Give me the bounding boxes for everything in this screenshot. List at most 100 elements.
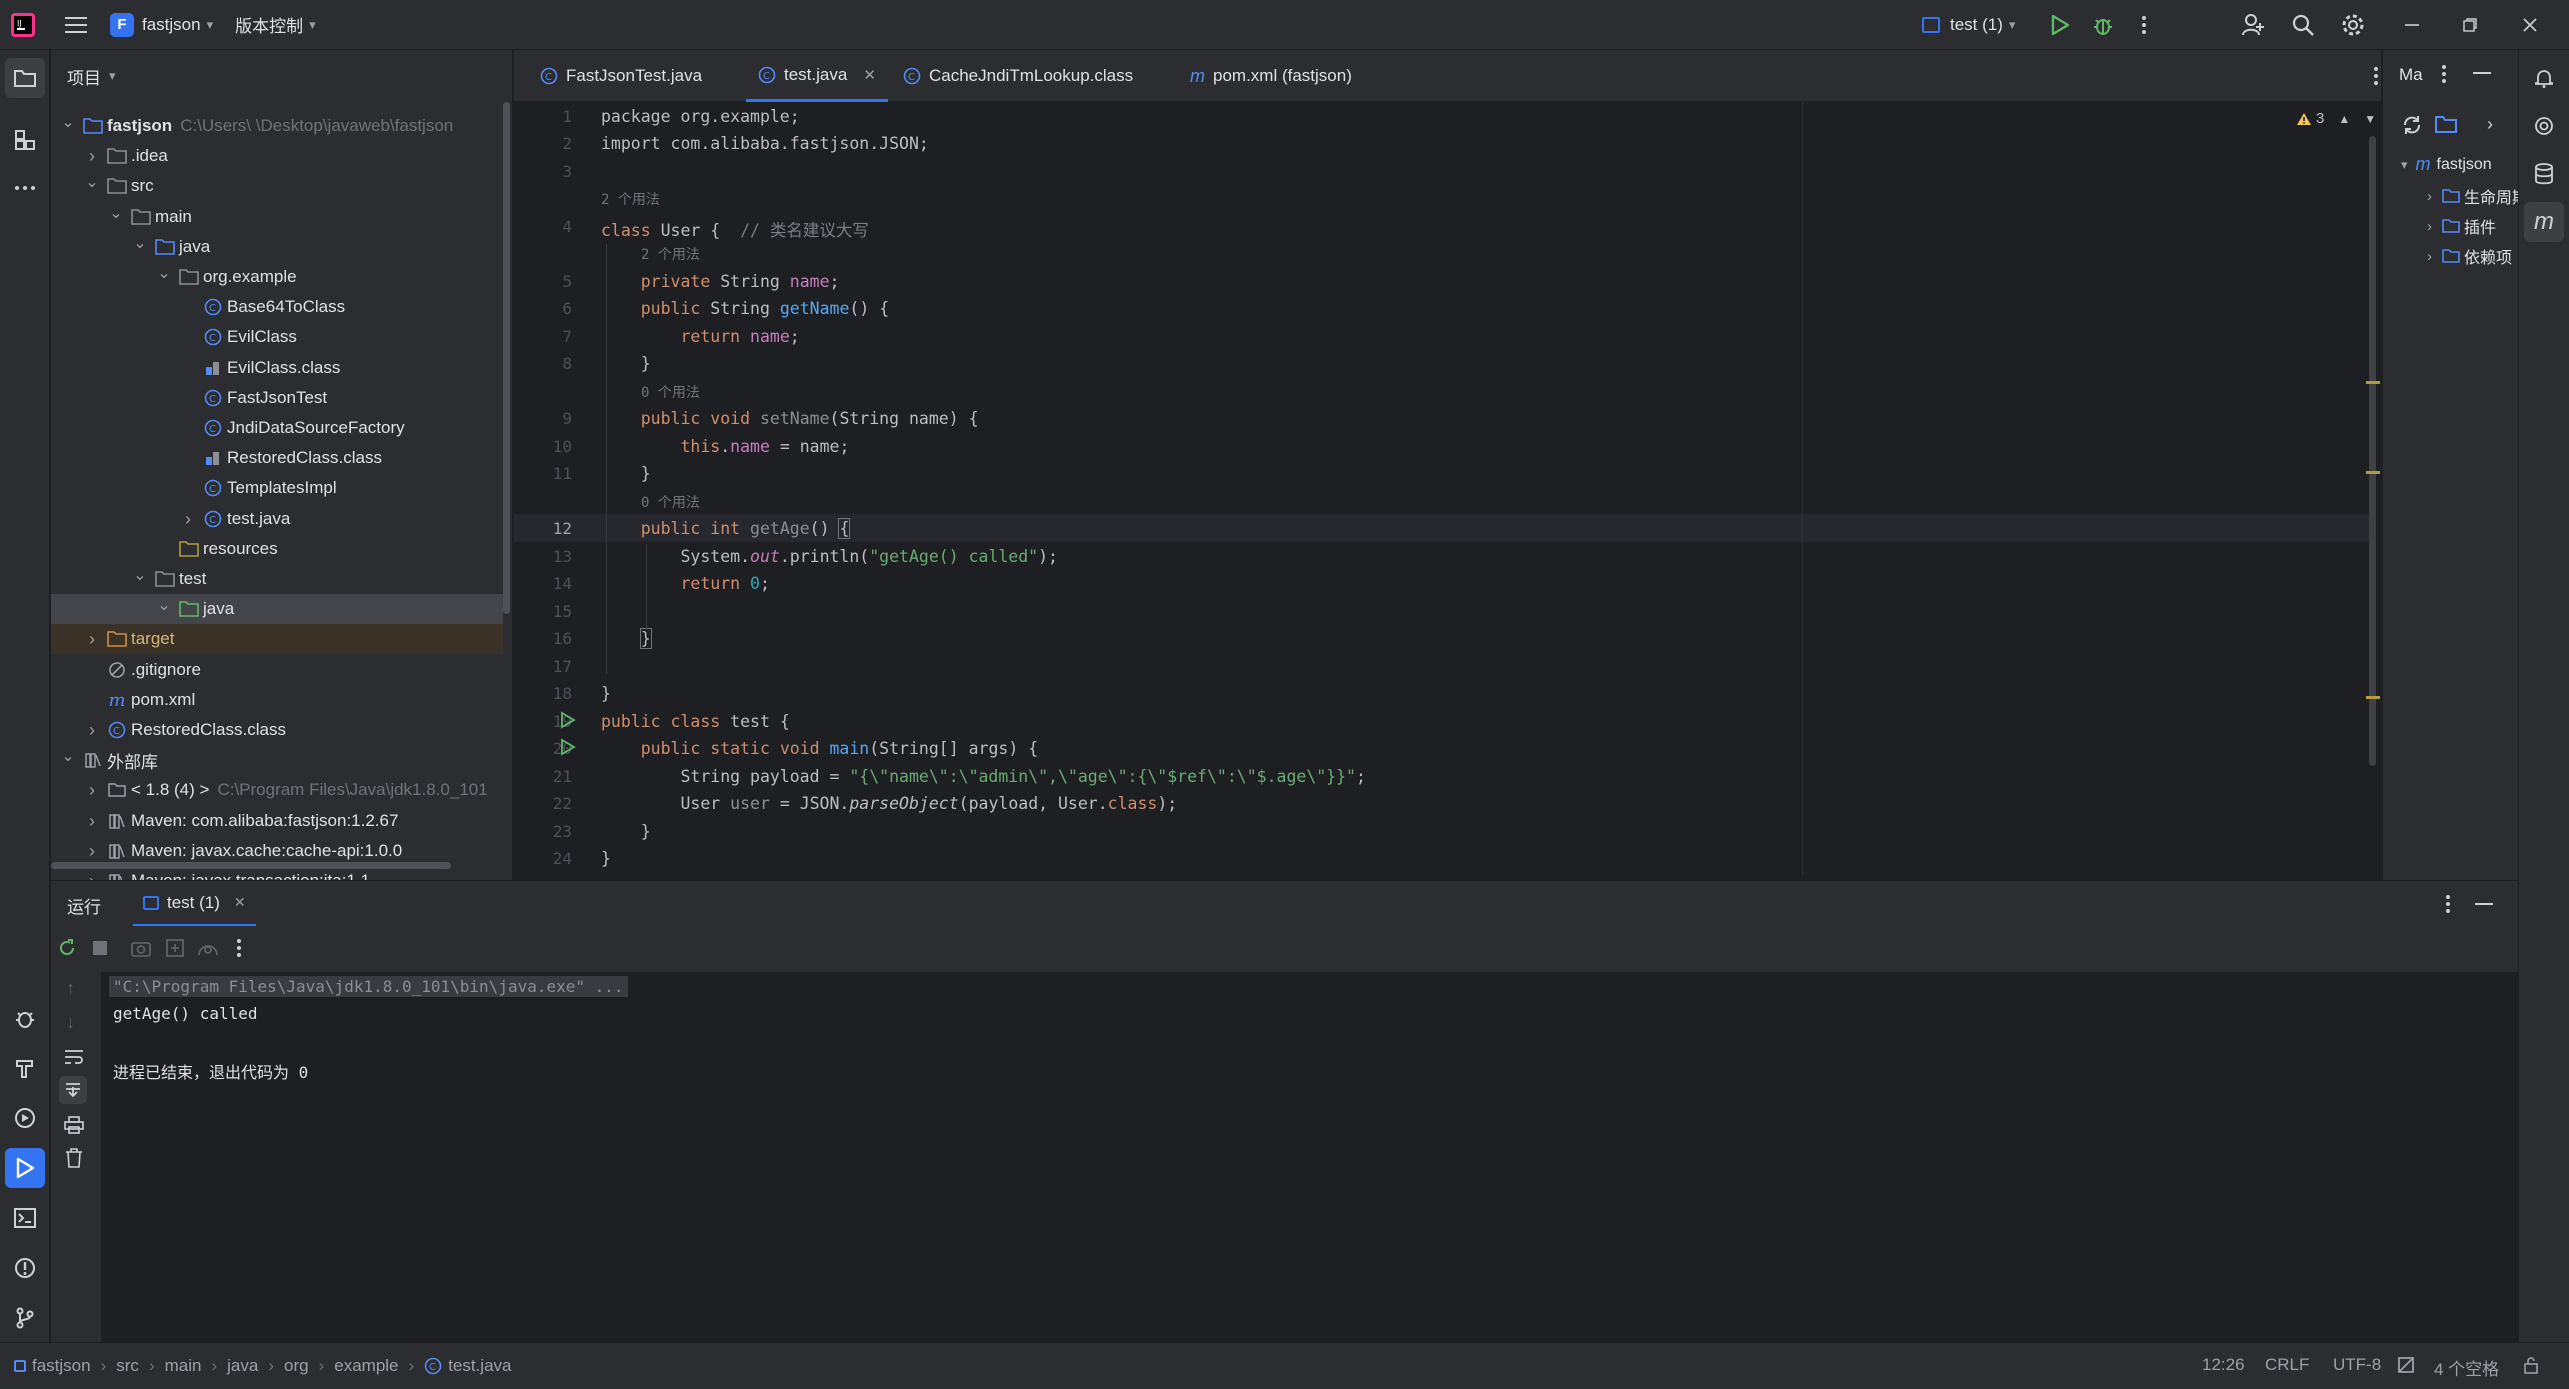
chevron-down-icon[interactable]: ⌄	[107, 204, 125, 222]
restore-window-icon[interactable]	[2450, 5, 2490, 45]
tree-item[interactable]: ⌄ java	[51, 232, 503, 262]
usage-hint[interactable]: 0 个用法	[641, 492, 700, 512]
maven-item[interactable]: › 依赖项	[2427, 244, 2512, 268]
tree-item[interactable]: resources	[51, 534, 503, 564]
warning-stripe-mark[interactable]	[2366, 381, 2380, 384]
tree-horizontal-scrollbar[interactable]	[51, 862, 451, 869]
notifications-bell-icon[interactable]	[2524, 58, 2564, 98]
run-button[interactable]	[2040, 5, 2080, 45]
usage-hint[interactable]: 2 个用法	[601, 189, 660, 209]
database-icon[interactable]	[2524, 154, 2564, 194]
chevron-down-icon[interactable]: ⌄	[131, 566, 149, 584]
lock-icon[interactable]	[2522, 1356, 2540, 1374]
tree-item[interactable]: ⌄ main	[51, 202, 503, 232]
maven-tool-button[interactable]: m	[2524, 202, 2564, 242]
tab-test-java[interactable]: C test.java ✕	[746, 50, 888, 102]
structure-tool-button[interactable]	[5, 120, 45, 160]
previous-highlight-icon[interactable]: ▲	[2338, 112, 2350, 126]
close-window-icon[interactable]	[2510, 5, 2550, 45]
minimize-window-icon[interactable]	[2392, 5, 2432, 45]
run-gutter-icon[interactable]	[559, 711, 577, 729]
run-tab-test[interactable]: test (1) ✕	[133, 881, 256, 927]
chevron-right-icon[interactable]: ›	[83, 720, 101, 740]
tree-item[interactable]: › < 1.8 (4) > C:\Program Files\Java\jdk1.8…	[51, 775, 503, 805]
tree-item[interactable]: ⌄ src	[51, 171, 503, 201]
chevron-down-icon[interactable]: ⌄	[155, 596, 173, 614]
more-actions-icon[interactable]	[2124, 5, 2164, 45]
tree-item[interactable]: RestoredClass.class	[51, 443, 503, 473]
breadcrumb-item[interactable]: main	[165, 1356, 202, 1376]
chevron-right-icon[interactable]: ›	[83, 146, 101, 166]
maven-project-root[interactable]: ▾ m fastjson	[2401, 154, 2492, 175]
app-logo-icon[interactable]: IJ	[10, 0, 36, 50]
chevron-down-icon[interactable]: ⌄	[59, 747, 77, 765]
tab-pom-xml[interactable]: m pom.xml (fastjson)	[1178, 50, 1364, 102]
tree-item[interactable]: C FastJsonTest	[51, 383, 503, 413]
chevron-down-icon[interactable]: ⌄	[83, 173, 101, 191]
problems-icon[interactable]	[5, 1248, 45, 1288]
tree-item[interactable]: C EvilClass	[51, 322, 503, 352]
usage-hint[interactable]: 0 个用法	[641, 382, 700, 402]
close-tab-icon[interactable]: ✕	[234, 894, 246, 911]
close-tab-icon[interactable]: ✕	[863, 66, 876, 84]
usage-hint[interactable]: 2 个用法	[641, 244, 700, 264]
breadcrumb-item[interactable]: src	[116, 1356, 139, 1376]
add-user-icon[interactable]	[2233, 5, 2273, 45]
chevron-right-icon[interactable]: ›	[83, 780, 101, 800]
breadcrumb-item[interactable]: example	[334, 1356, 398, 1376]
chevron-down-icon[interactable]: ⌄	[131, 234, 149, 252]
editor-vertical-scrollbar[interactable]	[2369, 136, 2376, 766]
main-menu-icon[interactable]	[56, 5, 96, 45]
services-icon[interactable]	[5, 1098, 45, 1138]
debug-button[interactable]	[2083, 5, 2123, 45]
attach-profiler-icon[interactable]	[197, 939, 219, 957]
code-editor[interactable]: 1 2 3 4 5 6 7 8 9 10 11 12 13 14 15 16 1…	[514, 102, 2381, 875]
chevron-right-icon[interactable]: ›	[83, 841, 101, 861]
next-highlight-icon[interactable]: ▼	[2364, 112, 2376, 126]
maven-options-icon[interactable]	[2441, 64, 2447, 84]
dump-threads-icon[interactable]	[165, 939, 185, 957]
run-tool-icon[interactable]	[5, 1148, 45, 1188]
tree-item[interactable]: › Ctest.java	[51, 504, 503, 534]
clear-all-trash-icon[interactable]	[65, 1148, 83, 1168]
indent-setting[interactable]: 4 个空格	[2434, 1355, 2499, 1380]
tree-vertical-scrollbar[interactable]	[503, 102, 510, 614]
tree-item[interactable]: ⌄ org.example	[51, 262, 503, 292]
chevron-down-icon[interactable]: ⌄	[155, 264, 173, 282]
warning-stripe-mark[interactable]	[2366, 696, 2380, 699]
more-tools-icon[interactable]	[5, 168, 45, 208]
minimize-panel-icon[interactable]	[2475, 903, 2493, 905]
tree-item[interactable]: ⌄ fastjson C:\Users\ \Desktop\javaweb\fast…	[51, 111, 503, 141]
scroll-down-icon[interactable]: ↓	[66, 1012, 75, 1033]
tab-cachejnditmlookup[interactable]: C CacheJndiTmLookup.class	[891, 50, 1145, 102]
tab-fastjsontest[interactable]: C FastJsonTest.java	[528, 50, 714, 102]
chevron-right-icon[interactable]: ›	[83, 629, 101, 649]
line-separator[interactable]: CRLF	[2265, 1355, 2309, 1375]
no-inspections-icon[interactable]	[2396, 1356, 2416, 1374]
more-actions-icon[interactable]	[236, 938, 242, 958]
rerun-icon[interactable]	[57, 938, 77, 958]
stop-icon[interactable]	[93, 941, 107, 955]
git-branch-icon[interactable]	[5, 1298, 45, 1338]
project-switcher[interactable]: F fastjson ▾	[110, 0, 213, 50]
tree-item[interactable]: ⌄ 外部库	[51, 745, 503, 775]
tree-item[interactable]: › Maven: com.alibaba:fastjson:1.2.67	[51, 806, 503, 836]
tree-item[interactable]: m pom.xml	[51, 685, 503, 715]
inspection-widget[interactable]: 3 ▲ ▼	[2296, 110, 2376, 127]
tree-item[interactable]: .gitignore	[51, 655, 503, 685]
run-gutter-icon[interactable]	[559, 738, 577, 756]
scroll-up-icon[interactable]: ↑	[66, 978, 75, 999]
run-config-selector[interactable]: test (1) ▾	[1922, 0, 2015, 50]
terminal-icon[interactable]	[5, 1198, 45, 1238]
breadcrumb-item[interactable]: test.java	[448, 1356, 511, 1376]
maven-item[interactable]: › 插件	[2427, 214, 2496, 238]
caret-position[interactable]: 12:26	[2202, 1355, 2245, 1375]
chevron-right-icon[interactable]: ›	[2487, 114, 2493, 135]
project-tool-button[interactable]	[5, 58, 45, 98]
tree-item[interactable]: ⌄ java	[51, 594, 503, 624]
tree-item[interactable]: ⌄ test	[51, 564, 503, 594]
settings-gear-icon[interactable]	[2333, 5, 2373, 45]
debug-tool-icon[interactable]	[5, 998, 45, 1038]
minimize-panel-icon[interactable]	[2473, 72, 2491, 74]
warning-stripe-mark[interactable]	[2366, 471, 2380, 474]
